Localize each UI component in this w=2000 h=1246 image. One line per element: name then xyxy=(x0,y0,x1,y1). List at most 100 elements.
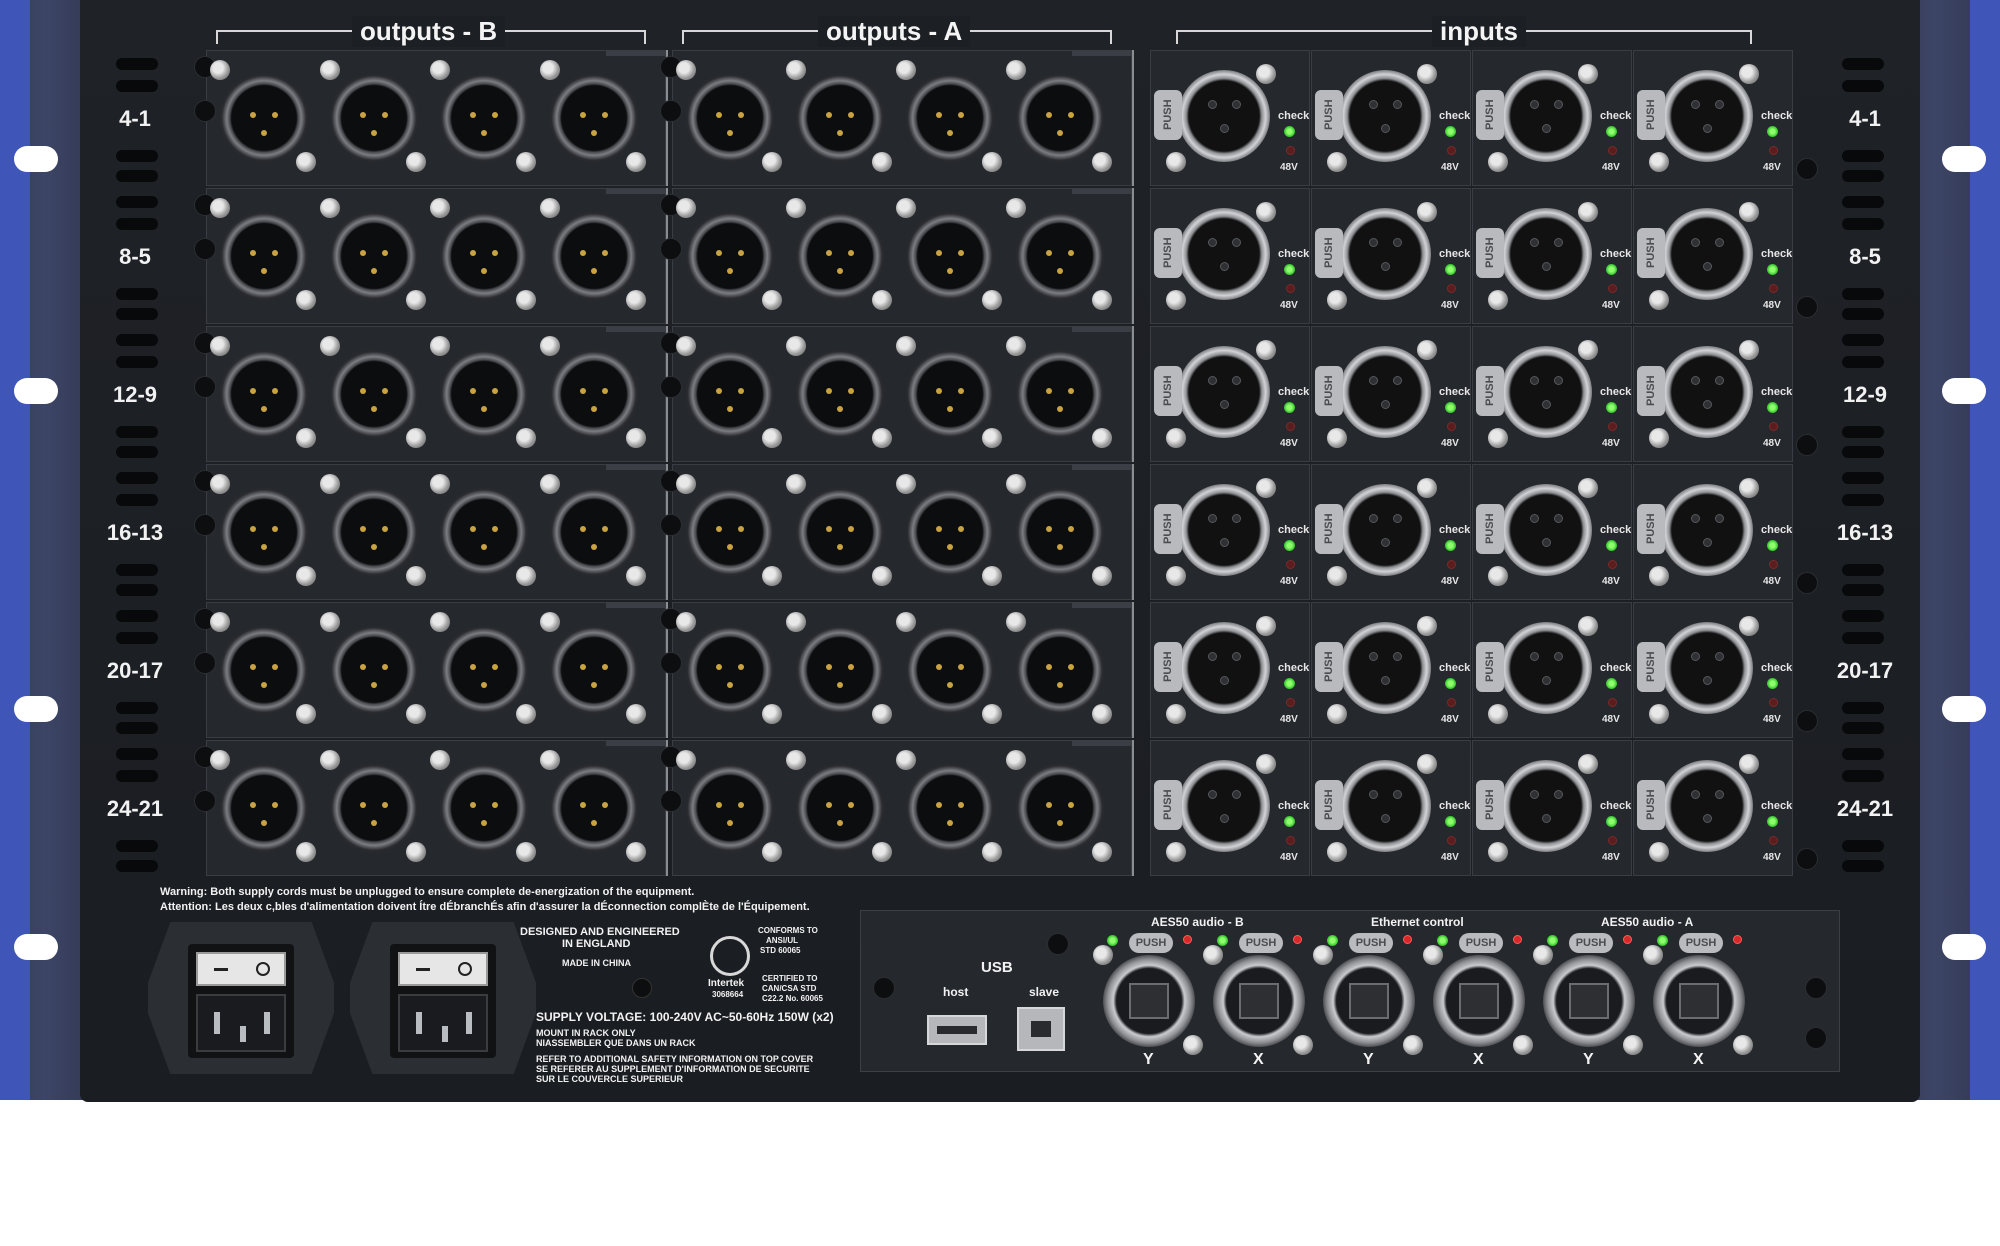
push-latch[interactable]: PUSH xyxy=(1315,228,1343,278)
push-latch[interactable]: PUSH xyxy=(1637,366,1665,416)
xlr-output-b-connector[interactable] xyxy=(550,350,638,438)
xlr-output-b-connector[interactable] xyxy=(440,764,528,852)
push-latch[interactable]: PUSH xyxy=(1154,90,1182,140)
xlr-output-b-connector[interactable] xyxy=(220,764,308,852)
ethercon-push-latch[interactable]: PUSH xyxy=(1239,933,1283,953)
xlr-input-connector[interactable] xyxy=(1500,484,1592,576)
push-latch[interactable]: PUSH xyxy=(1476,780,1504,830)
xlr-output-a-connector[interactable] xyxy=(796,488,884,576)
xlr-output-a-connector[interactable] xyxy=(796,626,884,714)
xlr-output-b-connector[interactable] xyxy=(550,212,638,300)
push-latch[interactable]: PUSH xyxy=(1154,366,1182,416)
xlr-input-connector[interactable] xyxy=(1500,760,1592,852)
xlr-input-connector[interactable] xyxy=(1661,622,1753,714)
xlr-output-a-connector[interactable] xyxy=(906,764,994,852)
xlr-output-a-connector[interactable] xyxy=(1016,350,1104,438)
xlr-output-b-connector[interactable] xyxy=(550,764,638,852)
xlr-output-b-connector[interactable] xyxy=(330,350,418,438)
xlr-output-b-connector[interactable] xyxy=(440,212,528,300)
push-latch[interactable]: PUSH xyxy=(1315,780,1343,830)
xlr-input-connector[interactable] xyxy=(1339,346,1431,438)
xlr-input-connector[interactable] xyxy=(1178,70,1270,162)
xlr-input-connector[interactable] xyxy=(1661,484,1753,576)
push-latch[interactable]: PUSH xyxy=(1476,642,1504,692)
xlr-input-connector[interactable] xyxy=(1500,622,1592,714)
xlr-input-connector[interactable] xyxy=(1339,208,1431,300)
ethercon-push-latch[interactable]: PUSH xyxy=(1679,933,1723,953)
xlr-input-connector[interactable] xyxy=(1178,484,1270,576)
xlr-output-a-connector[interactable] xyxy=(906,74,994,162)
push-latch[interactable]: PUSH xyxy=(1637,642,1665,692)
xlr-output-b-connector[interactable] xyxy=(220,212,308,300)
ethercon-push-latch[interactable]: PUSH xyxy=(1569,933,1613,953)
push-latch[interactable]: PUSH xyxy=(1154,642,1182,692)
xlr-input-connector[interactable] xyxy=(1661,346,1753,438)
xlr-input-connector[interactable] xyxy=(1661,70,1753,162)
xlr-input-connector[interactable] xyxy=(1500,70,1592,162)
xlr-output-a-connector[interactable] xyxy=(906,350,994,438)
xlr-output-b-connector[interactable] xyxy=(330,764,418,852)
iec-socket-1[interactable] xyxy=(196,994,286,1052)
xlr-output-b-connector[interactable] xyxy=(330,488,418,576)
xlr-output-b-connector[interactable] xyxy=(330,212,418,300)
ethercon-push-latch[interactable]: PUSH xyxy=(1349,933,1393,953)
xlr-input-connector[interactable] xyxy=(1339,70,1431,162)
ethercon-push-latch[interactable]: PUSH xyxy=(1129,933,1173,953)
xlr-input-connector[interactable] xyxy=(1661,208,1753,300)
xlr-output-a-connector[interactable] xyxy=(796,74,884,162)
xlr-output-b-connector[interactable] xyxy=(220,626,308,714)
xlr-input-connector[interactable] xyxy=(1500,208,1592,300)
push-latch[interactable]: PUSH xyxy=(1476,366,1504,416)
push-latch[interactable]: PUSH xyxy=(1637,504,1665,554)
xlr-output-b-connector[interactable] xyxy=(550,74,638,162)
xlr-output-a-connector[interactable] xyxy=(686,626,774,714)
push-latch[interactable]: PUSH xyxy=(1476,228,1504,278)
ethercon-push-latch[interactable]: PUSH xyxy=(1459,933,1503,953)
xlr-output-b-connector[interactable] xyxy=(440,488,528,576)
push-latch[interactable]: PUSH xyxy=(1154,780,1182,830)
xlr-output-b-connector[interactable] xyxy=(220,488,308,576)
usb-slave-port[interactable] xyxy=(1017,1007,1065,1051)
xlr-output-b-connector[interactable] xyxy=(330,626,418,714)
xlr-output-a-connector[interactable] xyxy=(906,488,994,576)
push-latch[interactable]: PUSH xyxy=(1315,90,1343,140)
xlr-output-a-connector[interactable] xyxy=(686,350,774,438)
xlr-input-connector[interactable] xyxy=(1339,484,1431,576)
iec-socket-2[interactable] xyxy=(398,994,488,1052)
push-latch[interactable]: PUSH xyxy=(1637,90,1665,140)
push-latch[interactable]: PUSH xyxy=(1476,90,1504,140)
xlr-output-a-connector[interactable] xyxy=(686,74,774,162)
xlr-input-connector[interactable] xyxy=(1178,346,1270,438)
xlr-input-connector[interactable] xyxy=(1178,760,1270,852)
push-latch[interactable]: PUSH xyxy=(1154,228,1182,278)
push-latch[interactable]: PUSH xyxy=(1637,780,1665,830)
xlr-output-a-connector[interactable] xyxy=(796,212,884,300)
push-latch[interactable]: PUSH xyxy=(1637,228,1665,278)
xlr-input-connector[interactable] xyxy=(1339,622,1431,714)
xlr-output-a-connector[interactable] xyxy=(1016,764,1104,852)
push-latch[interactable]: PUSH xyxy=(1315,642,1343,692)
xlr-output-b-connector[interactable] xyxy=(550,488,638,576)
xlr-output-a-connector[interactable] xyxy=(1016,626,1104,714)
xlr-output-a-connector[interactable] xyxy=(686,764,774,852)
xlr-output-b-connector[interactable] xyxy=(440,74,528,162)
xlr-output-b-connector[interactable] xyxy=(220,350,308,438)
xlr-output-a-connector[interactable] xyxy=(1016,212,1104,300)
power-switch-1[interactable] xyxy=(196,952,286,986)
xlr-input-connector[interactable] xyxy=(1178,208,1270,300)
xlr-input-connector[interactable] xyxy=(1178,622,1270,714)
xlr-output-a-connector[interactable] xyxy=(906,626,994,714)
xlr-input-connector[interactable] xyxy=(1339,760,1431,852)
push-latch[interactable]: PUSH xyxy=(1476,504,1504,554)
xlr-output-b-connector[interactable] xyxy=(220,74,308,162)
xlr-output-a-connector[interactable] xyxy=(686,488,774,576)
xlr-output-b-connector[interactable] xyxy=(440,626,528,714)
push-latch[interactable]: PUSH xyxy=(1154,504,1182,554)
push-latch[interactable]: PUSH xyxy=(1315,504,1343,554)
xlr-output-a-connector[interactable] xyxy=(686,212,774,300)
xlr-output-b-connector[interactable] xyxy=(440,350,528,438)
xlr-output-a-connector[interactable] xyxy=(1016,488,1104,576)
xlr-output-a-connector[interactable] xyxy=(796,350,884,438)
xlr-output-a-connector[interactable] xyxy=(796,764,884,852)
power-switch-2[interactable] xyxy=(398,952,488,986)
